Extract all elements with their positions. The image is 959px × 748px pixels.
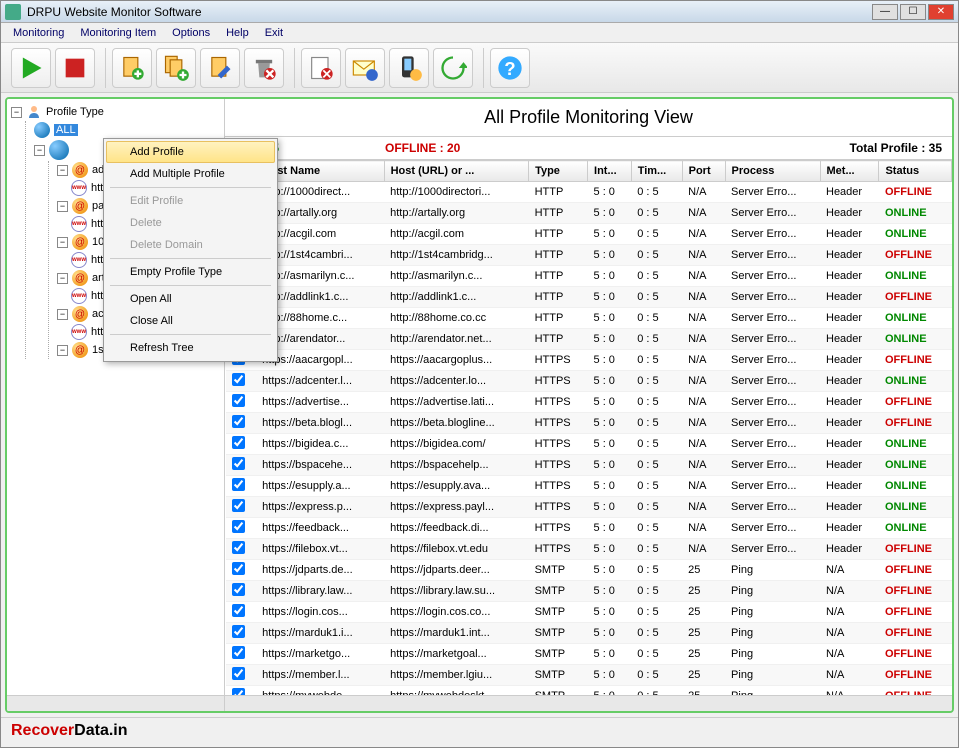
table-row[interactable]: https://member.l...https://member.lgiu..… — [226, 665, 952, 686]
table-wrap[interactable]: Host NameHost (URL) or ...TypeInt...Tim.… — [225, 160, 952, 695]
table-row[interactable]: https://adcenter.l...https://adcenter.lo… — [226, 371, 952, 392]
row-checkbox[interactable] — [232, 415, 245, 428]
footer: RecoverData.in — [1, 717, 958, 747]
table-row[interactable]: https://advertise...https://advertise.la… — [226, 392, 952, 413]
table-row[interactable]: https://login.cos...https://login.cos.co… — [226, 602, 952, 623]
row-checkbox[interactable] — [232, 604, 245, 617]
main-title: All Profile Monitoring View — [225, 99, 952, 137]
table-row[interactable]: http://asmarilyn.c...http://asmarilyn.c.… — [226, 266, 952, 287]
table-row[interactable]: http://88home.c...http://88home.co.ccHTT… — [226, 308, 952, 329]
app-icon — [5, 4, 21, 20]
row-checkbox[interactable] — [232, 688, 245, 695]
table-row[interactable]: http://1000direct...http://1000directori… — [226, 182, 952, 203]
toolbar: ? — [1, 43, 958, 93]
context-menu: Add ProfileAdd Multiple Profile Edit Prof… — [103, 138, 278, 362]
report-button[interactable] — [301, 48, 341, 88]
row-checkbox[interactable] — [232, 478, 245, 491]
table-row[interactable]: https://filebox.vt...https://filebox.vt.… — [226, 539, 952, 560]
table-row[interactable]: http://addlink1.c...http://addlink1.c...… — [226, 287, 952, 308]
tree-root[interactable]: − Profile Type — [11, 103, 220, 121]
table-row[interactable]: https://feedback...https://feedback.di..… — [226, 518, 952, 539]
svg-text:?: ? — [504, 58, 515, 79]
app-window: DRPU Website Monitor Software — ☐ ✕ Moni… — [0, 0, 959, 748]
table-row[interactable]: http://artally.orghttp://artally.orgHTTP… — [226, 203, 952, 224]
offline-count: OFFLINE : 20 — [385, 141, 850, 155]
window-title: DRPU Website Monitor Software — [27, 5, 872, 19]
titlebar: DRPU Website Monitor Software — ☐ ✕ — [1, 1, 958, 23]
row-checkbox[interactable] — [232, 499, 245, 512]
menubar: Monitoring Monitoring Item Options Help … — [1, 23, 958, 43]
column-header[interactable]: Tim... — [631, 161, 682, 182]
context-menu-item[interactable]: Open All — [106, 288, 275, 310]
minimize-button[interactable]: — — [872, 4, 898, 20]
row-checkbox[interactable] — [232, 646, 245, 659]
table-row[interactable]: http://arendator...http://arendator.net.… — [226, 329, 952, 350]
menu-monitoring-item[interactable]: Monitoring Item — [72, 25, 164, 41]
column-header[interactable]: Process — [725, 161, 820, 182]
email-settings-button[interactable] — [345, 48, 385, 88]
column-header[interactable]: Met... — [820, 161, 879, 182]
menu-options[interactable]: Options — [164, 25, 218, 41]
table-row[interactable]: https://marduk1.i...https://marduk1.int.… — [226, 623, 952, 644]
context-menu-item: Delete Domain — [106, 234, 275, 256]
refresh-button[interactable] — [433, 48, 473, 88]
row-checkbox[interactable] — [232, 562, 245, 575]
table-scrollbar[interactable] — [225, 695, 952, 711]
context-menu-item[interactable]: Add Multiple Profile — [106, 163, 275, 185]
context-menu-item[interactable]: Add Profile — [106, 141, 275, 163]
table-row[interactable]: https://mywebde...https://mywebdeskt...S… — [226, 686, 952, 696]
column-header[interactable]: Host (URL) or ... — [384, 161, 528, 182]
menu-monitoring[interactable]: Monitoring — [5, 25, 72, 41]
row-checkbox[interactable] — [232, 583, 245, 596]
menu-help[interactable]: Help — [218, 25, 257, 41]
monitoring-table: Host NameHost (URL) or ...TypeInt...Tim.… — [225, 160, 952, 695]
table-row[interactable]: https://beta.blogl...https://beta.blogli… — [226, 413, 952, 434]
context-menu-item[interactable]: Close All — [106, 310, 275, 332]
delete-button[interactable] — [244, 48, 284, 88]
row-checkbox[interactable] — [232, 520, 245, 533]
row-checkbox[interactable] — [232, 667, 245, 680]
stop-button[interactable] — [55, 48, 95, 88]
column-header[interactable]: Status — [879, 161, 952, 182]
row-checkbox[interactable] — [232, 625, 245, 638]
column-header[interactable]: Type — [529, 161, 588, 182]
context-menu-item: Edit Profile — [106, 190, 275, 212]
brand-recover: Recover — [11, 722, 74, 739]
row-checkbox[interactable] — [232, 373, 245, 386]
table-row[interactable]: http://1st4cambri...http://1st4cambridg.… — [226, 245, 952, 266]
help-button[interactable]: ? — [490, 48, 530, 88]
table-row[interactable]: https://marketgo...https://marketgoal...… — [226, 644, 952, 665]
context-menu-item[interactable]: Refresh Tree — [106, 337, 275, 359]
column-header[interactable]: Port — [682, 161, 725, 182]
table-row[interactable]: https://jdparts.de...https://jdparts.dee… — [226, 560, 952, 581]
row-checkbox[interactable] — [232, 541, 245, 554]
column-header[interactable]: Int... — [588, 161, 632, 182]
context-menu-item[interactable]: Empty Profile Type — [106, 261, 275, 283]
table-row[interactable]: https://express.p...https://express.payl… — [226, 497, 952, 518]
tree-all[interactable]: ALL — [34, 121, 220, 139]
table-row[interactable]: https://esupply.a...https://esupply.ava.… — [226, 476, 952, 497]
context-menu-item: Delete — [106, 212, 275, 234]
play-button[interactable] — [11, 48, 51, 88]
mobile-button[interactable] — [389, 48, 429, 88]
table-row[interactable]: https://bigidea.c...https://bigidea.com/… — [226, 434, 952, 455]
total-count: Total Profile : 35 — [850, 141, 942, 155]
table-row[interactable]: https://bspacehe...https://bspacehelp...… — [226, 455, 952, 476]
main-panel: All Profile Monitoring View INE : 15 OFF… — [225, 99, 952, 711]
row-checkbox[interactable] — [232, 457, 245, 470]
sidebar-scrollbar[interactable] — [7, 695, 224, 711]
row-checkbox[interactable] — [232, 394, 245, 407]
table-row[interactable]: http://acgil.comhttp://acgil.comHTTP5 : … — [226, 224, 952, 245]
add-multiple-button[interactable] — [156, 48, 196, 88]
brand-data: Data.in — [74, 722, 127, 739]
close-button[interactable]: ✕ — [928, 4, 954, 20]
menu-exit[interactable]: Exit — [257, 25, 291, 41]
edit-profile-button[interactable] — [200, 48, 240, 88]
row-checkbox[interactable] — [232, 436, 245, 449]
table-row[interactable]: https://aacargopl...https://aacargoplus.… — [226, 350, 952, 371]
status-row: INE : 15 OFFLINE : 20 Total Profile : 35 — [225, 137, 952, 160]
add-profile-button[interactable] — [112, 48, 152, 88]
table-row[interactable]: https://library.law...https://library.la… — [226, 581, 952, 602]
maximize-button[interactable]: ☐ — [900, 4, 926, 20]
